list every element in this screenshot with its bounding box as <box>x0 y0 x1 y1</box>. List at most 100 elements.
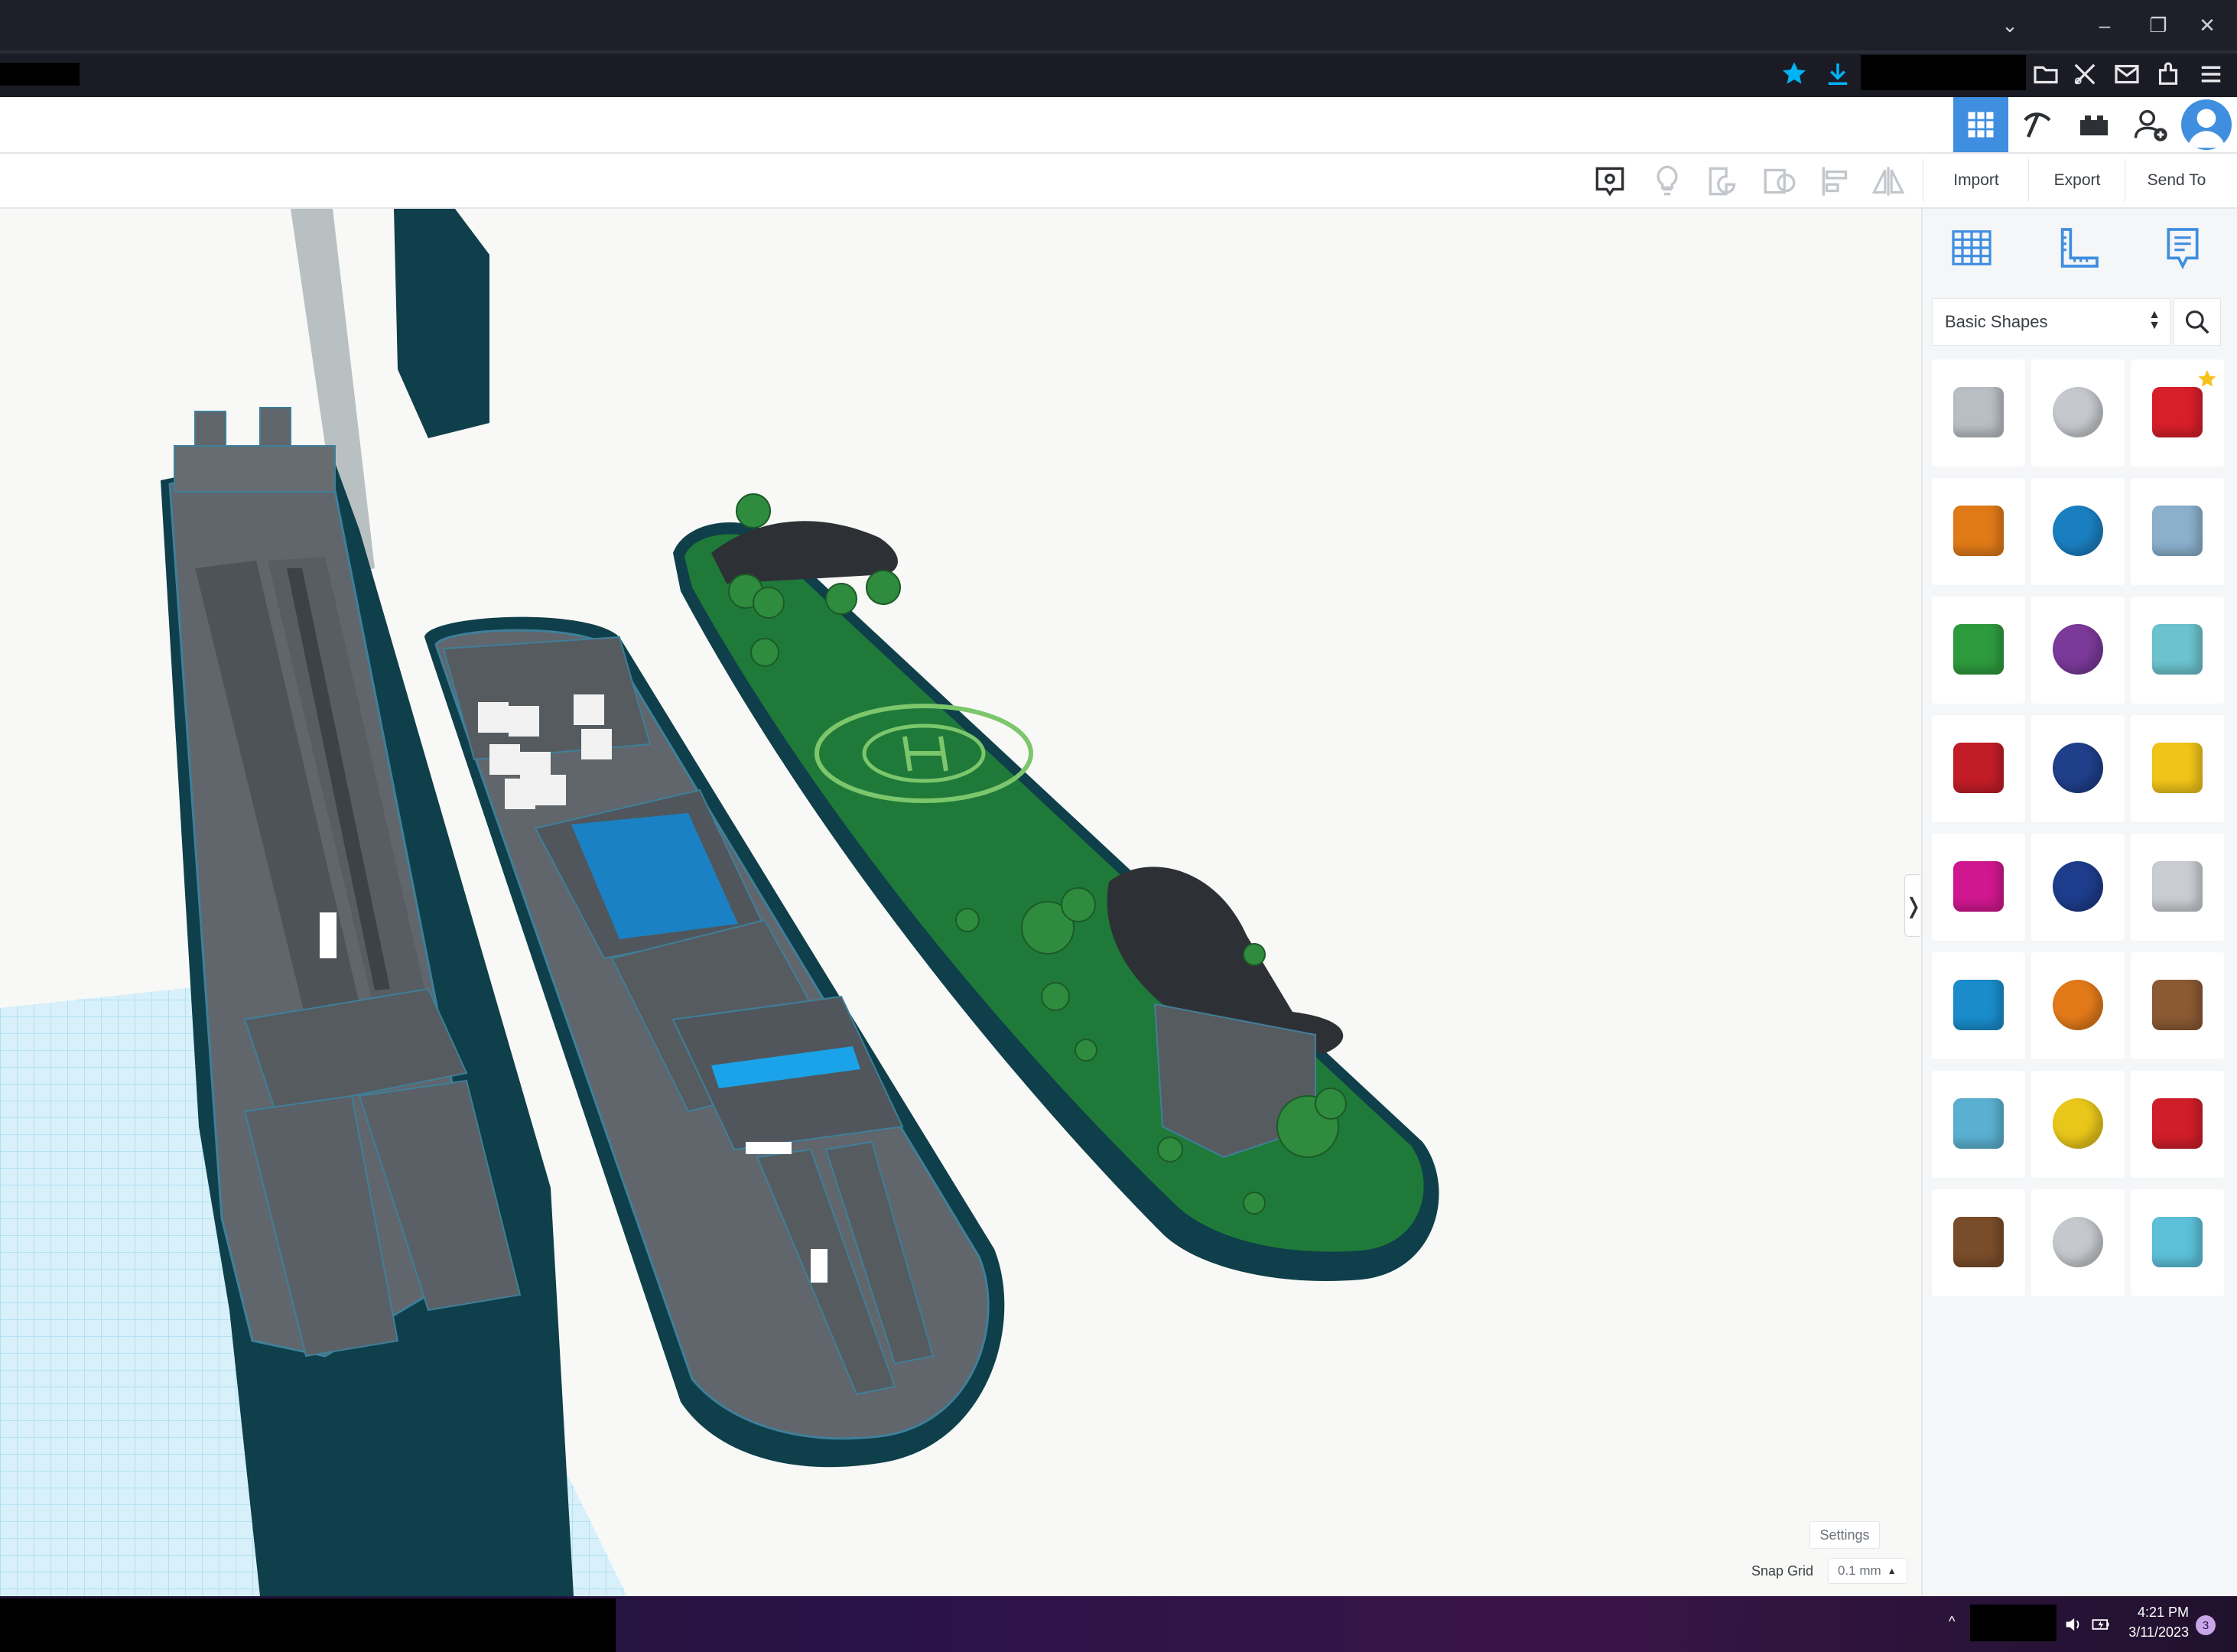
brick-icon <box>2080 115 2108 135</box>
ruler-icon <box>2060 228 2099 268</box>
shape-tile-cylinder-hole-shape[interactable] <box>2031 359 2125 467</box>
workplane-grid-button[interactable] <box>1947 223 1996 272</box>
screenshot-icon[interactable] <box>2069 58 2101 90</box>
extensions-icon[interactable] <box>2152 58 2184 90</box>
avatar[interactable] <box>2181 99 2232 150</box>
settings-button[interactable]: Settings <box>1809 1521 1880 1549</box>
workplane-viewport[interactable]: ❭ Settings Snap Grid 0.1 mm ▲ <box>0 209 1920 1596</box>
favorite-star-icon <box>2195 367 2219 392</box>
icosahedron-shape-icon <box>2152 1098 2203 1149</box>
shape-tile-pyramid-shape[interactable] <box>2131 715 2224 822</box>
scribble-shape-icon <box>2152 506 2203 556</box>
close-window-button[interactable]: ✕ <box>2184 0 2230 50</box>
shape-tile-icosahedron-shape[interactable] <box>2131 1071 2224 1178</box>
app-header <box>0 97 2237 154</box>
redacted-extension <box>1861 55 2026 90</box>
export-button[interactable]: Export <box>2028 159 2125 202</box>
shape-tile-diamond-shape[interactable] <box>2131 1189 2224 1296</box>
paraboloid-shape-icon <box>2152 861 2203 912</box>
taskbar-time: 4:21 PM <box>2137 1605 2189 1620</box>
align-button[interactable] <box>1817 162 1855 200</box>
ruler-button[interactable] <box>2054 223 2103 272</box>
shape-category-select[interactable]: Basic Shapes ▲ ▼ <box>1932 298 2170 346</box>
user-avatar-icon <box>2187 109 2226 148</box>
sphere-shape-icon <box>2053 506 2103 556</box>
group-button[interactable] <box>1704 162 1742 200</box>
half-sphere-shape-icon <box>1953 861 2004 912</box>
select-arrows-icon: ▲ ▼ <box>2148 308 2161 332</box>
tube-shape-icon <box>2053 980 2103 1030</box>
shape-tile-torus-shape[interactable] <box>1932 952 2025 1059</box>
shape-tile-paraboloid-shape[interactable] <box>2131 834 2224 941</box>
notes-button[interactable] <box>2158 223 2207 272</box>
star-yellow-shape-icon <box>2053 1098 2103 1149</box>
shape-tile-cone-shape[interactable] <box>2031 597 2125 704</box>
box-hole-shape-icon <box>1953 387 2004 437</box>
redacted-tray-area <box>1970 1605 2057 1641</box>
snap-grid-label: Snap Grid <box>1751 1563 1814 1579</box>
collapse-panel-chevron-icon[interactable]: ❭ <box>1904 874 1920 937</box>
notes-tool-button[interactable] <box>1591 162 1629 200</box>
bookmark-star-icon[interactable] <box>1778 58 1810 90</box>
shape-tile-heart-shape[interactable] <box>2131 952 2224 1059</box>
heart-shape-icon <box>2152 980 2203 1030</box>
note-icon <box>2167 228 2199 270</box>
shape-tile-star-shape[interactable] <box>1932 1071 2025 1178</box>
browser-title-bar: ⌄ – ❐ ✕ <box>0 0 2237 50</box>
shape-tile-cylinder-shape[interactable] <box>1932 478 2025 585</box>
send-to-button[interactable]: Send To <box>2125 159 2228 202</box>
mail-icon[interactable] <box>2111 58 2143 90</box>
shape-tile-polygon-shape[interactable] <box>2031 834 2125 941</box>
snap-grid-select[interactable]: 0.1 mm ▲ <box>1828 1558 1907 1584</box>
mirror-icon <box>1871 167 1905 196</box>
minimize-window-button[interactable]: – <box>2082 0 2128 50</box>
battery-charging-icon[interactable] <box>2089 1614 2112 1635</box>
lightbulb-icon <box>1657 165 1678 196</box>
invite-user-button[interactable] <box>2123 97 2178 152</box>
rounded-box-shape-icon <box>2053 1217 2103 1267</box>
downloads-icon[interactable] <box>1822 58 1854 90</box>
show-hidden-icons-chevron-icon[interactable]: ^ <box>1949 1614 1967 1632</box>
add-user-icon <box>2134 109 2167 141</box>
snap-grid-value: 0.1 mm <box>1838 1563 1881 1578</box>
shape-tile-sphere-shape[interactable] <box>2031 478 2125 585</box>
shape-tile-star-yellow-shape[interactable] <box>2031 1071 2125 1178</box>
taskbar-date: 3/11/2023 <box>2128 1624 2189 1640</box>
bricks-view-button[interactable] <box>2066 97 2122 152</box>
3d-design-view-button[interactable] <box>1953 97 2008 152</box>
blocks-view-button[interactable] <box>2010 97 2065 152</box>
shape-category-label: Basic Shapes <box>1945 312 2048 331</box>
search-icon <box>2185 310 2209 334</box>
shape-tile-half-sphere-shape[interactable] <box>1932 834 2025 941</box>
shape-search-button[interactable] <box>2174 298 2221 346</box>
shape-tile-scribble-shape[interactable] <box>2131 478 2224 585</box>
tab-list-chevron-icon[interactable]: ⌄ <box>1987 0 2033 50</box>
grid-view-icon <box>1968 112 1994 138</box>
folder-icon[interactable] <box>2030 58 2062 90</box>
notification-badge[interactable]: 3 <box>2196 1615 2216 1635</box>
note-eye-icon <box>1595 167 1624 197</box>
shape-tile-tube-shape[interactable] <box>2031 952 2125 1059</box>
redacted-address <box>0 63 80 86</box>
polygon-shape-icon <box>2053 861 2103 912</box>
teal-column <box>394 209 489 438</box>
show-all-button[interactable] <box>1648 162 1686 200</box>
import-button[interactable]: Import <box>1923 159 2029 202</box>
ungroup-button[interactable] <box>1761 162 1799 200</box>
torus-shape-icon <box>1953 980 2004 1030</box>
restore-window-button[interactable]: ❐ <box>2135 0 2181 50</box>
shape-tile-box-hole-shape[interactable] <box>1932 359 2025 467</box>
shape-tile-roof-shape[interactable] <box>1932 597 2025 704</box>
3d-scene <box>0 209 1439 1596</box>
volume-icon[interactable] <box>2063 1614 2084 1635</box>
shape-tile-rounded-box-shape[interactable] <box>2031 1189 2125 1296</box>
shape-tile-round-roof-shape[interactable] <box>2131 597 2224 704</box>
redacted-taskbar-apps <box>0 1598 616 1652</box>
cone-shape-icon <box>2053 624 2103 675</box>
shape-tile-wedge-shape[interactable] <box>2031 715 2125 822</box>
mirror-button[interactable] <box>1869 162 1907 200</box>
shape-tile-text-shape[interactable] <box>1932 715 2025 822</box>
shape-tile-ring-shape[interactable] <box>1932 1189 2025 1296</box>
menu-icon[interactable] <box>2195 58 2227 90</box>
ring-shape-icon <box>1953 1217 2004 1267</box>
